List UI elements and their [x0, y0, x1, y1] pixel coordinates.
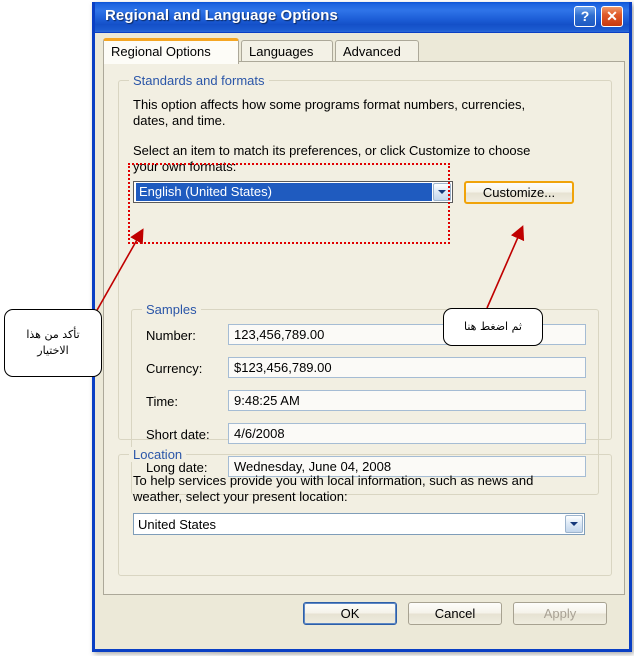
standards-instruction-line1: Select an item to match its preferences,…: [133, 143, 531, 158]
location-group-title: Location: [129, 447, 187, 462]
callout-left-line1: تأكد من هذا: [26, 328, 80, 341]
sample-label-currency: Currency:: [146, 361, 203, 376]
sample-label-time: Time:: [146, 394, 179, 409]
callout-left-line2: الاختيار: [37, 344, 69, 357]
standards-instruction-line2: your own formats:: [133, 159, 237, 174]
location-value: United States: [138, 517, 217, 532]
tab-regional-options[interactable]: Regional Options: [103, 38, 239, 64]
dialog-button-row: OK Cancel Apply: [95, 602, 629, 632]
standards-locale-combo[interactable]: English (United States): [133, 181, 453, 203]
help-question-icon[interactable]: ?: [574, 6, 596, 27]
window-title: Regional and Language Options: [105, 7, 338, 24]
sample-value-short-date: 4/6/2008: [228, 423, 586, 444]
tab-advanced[interactable]: Advanced: [335, 40, 419, 62]
sample-label-number: Number:: [146, 328, 196, 343]
regional-options-tab-page: Standards and formats This option affect…: [103, 61, 625, 595]
location-description-line1: To help services provide you with local …: [133, 473, 534, 488]
chevron-down-icon[interactable]: [565, 515, 583, 533]
location-combo[interactable]: United States: [133, 513, 585, 535]
tab-languages[interactable]: Languages: [241, 40, 333, 62]
sample-value-number: 123,456,789.00: [228, 324, 586, 345]
callout-verify-selection: تأكد من هذا الاختيار: [4, 309, 102, 377]
standards-description-line1: This option affects how some programs fo…: [133, 97, 526, 112]
standards-group-title: Standards and formats: [129, 73, 269, 88]
location-group: Location To help services provide you wi…: [118, 447, 612, 576]
regional-and-language-options-dialog: Regional and Language Options ? ✕ Region…: [92, 2, 632, 652]
standards-and-formats-group: Standards and formats This option affect…: [118, 73, 612, 495]
location-description-line2: weather, select your present location:: [133, 489, 348, 504]
apply-button: Apply: [513, 602, 607, 625]
tab-strip: Regional Options Languages Advanced: [103, 38, 625, 64]
ok-button[interactable]: OK: [303, 602, 397, 625]
standards-description-line2: dates, and time.: [133, 113, 226, 128]
sample-value-currency: $123,456,789.00: [228, 357, 586, 378]
sample-label-short-date: Short date:: [146, 427, 210, 442]
title-bar: Regional and Language Options ? ✕: [95, 2, 629, 33]
customize-button[interactable]: Customize...: [464, 181, 574, 204]
chevron-down-icon[interactable]: [433, 183, 451, 201]
standards-locale-value: English (United States): [136, 183, 432, 201]
samples-group-title: Samples: [142, 302, 201, 317]
close-x-icon[interactable]: ✕: [601, 6, 623, 27]
cancel-button[interactable]: Cancel: [408, 602, 502, 625]
sample-value-time: 9:48:25 AM: [228, 390, 586, 411]
